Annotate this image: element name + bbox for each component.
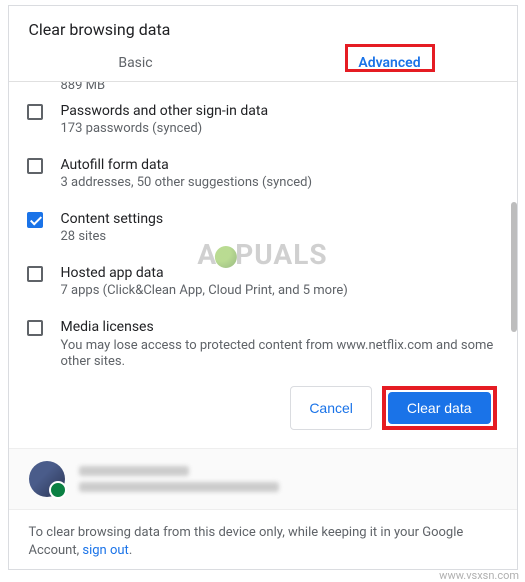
item-title: Hosted app data <box>61 264 499 282</box>
tab-advanced[interactable]: Advanced <box>263 47 517 81</box>
footer-note: To clear browsing data from this device … <box>9 509 517 574</box>
item-title: Content settings <box>61 210 499 228</box>
profile-info <box>79 466 279 492</box>
profile-name-redacted <box>79 466 189 476</box>
tab-basic[interactable]: Basic <box>9 47 263 81</box>
previous-item-fragment: 889 MB <box>25 82 499 93</box>
checkbox-content-settings[interactable] <box>27 212 43 228</box>
annotation-highlight: Clear data <box>382 386 497 430</box>
cancel-button[interactable]: Cancel <box>290 386 372 430</box>
tab-advanced-label: Advanced <box>358 55 420 71</box>
item-subtitle: 28 sites <box>61 229 499 246</box>
list-item: Media licenses You may lose access to pr… <box>25 309 499 372</box>
checkbox-media-licenses[interactable] <box>27 320 43 336</box>
list-item: Content settings 28 sites <box>25 201 499 255</box>
item-subtitle: 3 addresses, 50 other suggestions (synce… <box>61 175 499 192</box>
dialog-actions: Cancel Clear data <box>9 372 517 448</box>
clear-browsing-data-dialog: Clear browsing data Basic Advanced 889 M… <box>8 5 518 570</box>
scrollbar-thumb[interactable] <box>511 202 517 332</box>
profile-email-redacted <box>79 482 279 492</box>
item-subtitle: 173 passwords (synced) <box>61 121 499 138</box>
profile-section <box>9 448 517 509</box>
checkbox-hosted-app-data[interactable] <box>27 266 43 282</box>
list-item: Autofill form data 3 addresses, 50 other… <box>25 147 499 201</box>
scrollbar[interactable] <box>511 82 517 372</box>
list-item: Passwords and other sign-in data 173 pas… <box>25 93 499 147</box>
tab-bar: Basic Advanced <box>9 47 517 82</box>
item-title: Media licenses <box>61 318 499 336</box>
footer-suffix: . <box>129 543 132 558</box>
checkbox-passwords[interactable] <box>27 104 43 120</box>
clear-data-button[interactable]: Clear data <box>388 392 491 424</box>
item-title: Autofill form data <box>61 156 499 174</box>
item-subtitle: 7 apps (Click&Clean App, Cloud Print, an… <box>61 283 499 300</box>
avatar <box>29 461 65 497</box>
list-item: Hosted app data 7 apps (Click&Clean App,… <box>25 255 499 309</box>
dialog-title: Clear browsing data <box>9 6 517 47</box>
item-subtitle: You may lose access to protected content… <box>61 338 499 372</box>
checkbox-autofill[interactable] <box>27 158 43 174</box>
data-type-list: 889 MB Passwords and other sign-in data … <box>9 82 517 372</box>
tab-basic-label: Basic <box>118 55 152 71</box>
sign-out-link[interactable]: sign out <box>82 543 128 558</box>
watermark-url: www.vsxsn.com <box>439 569 519 582</box>
item-title: Passwords and other sign-in data <box>61 102 499 120</box>
